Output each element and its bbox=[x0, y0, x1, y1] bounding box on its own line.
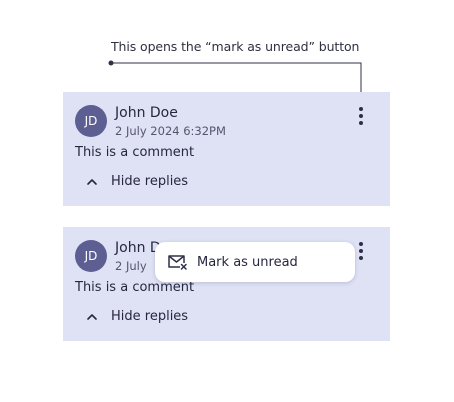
comment-text: This is a comment bbox=[75, 280, 195, 295]
comment-text: This is a comment bbox=[75, 145, 195, 160]
mail-unread-icon bbox=[168, 255, 188, 270]
chevron-up-icon bbox=[87, 313, 97, 320]
comment-author: John Doe bbox=[115, 105, 178, 121]
mark-as-unread-menu-item[interactable]: Mark as unread bbox=[155, 242, 355, 282]
hide-replies-button[interactable]: Hide replies bbox=[85, 309, 188, 324]
comment-timestamp: 2 July 2024 6:32PM bbox=[115, 124, 226, 138]
hide-replies-label: Hide replies bbox=[111, 309, 189, 324]
more-options-icon[interactable] bbox=[356, 107, 366, 125]
comment-timestamp: 2 July bbox=[115, 259, 147, 273]
avatar: JD bbox=[75, 240, 107, 272]
avatar: JD bbox=[75, 105, 107, 137]
options-menu: Mark as unread bbox=[155, 242, 355, 282]
mark-as-unread-label: Mark as unread bbox=[197, 254, 298, 270]
comment-author: John D bbox=[115, 240, 161, 256]
hide-replies-label: Hide replies bbox=[111, 174, 189, 189]
more-options-icon[interactable] bbox=[356, 242, 366, 260]
hide-replies-button[interactable]: Hide replies bbox=[85, 174, 188, 189]
chevron-up-icon bbox=[87, 178, 97, 185]
comment-card: JD John Doe 2 July 2024 6:32PM This is a… bbox=[63, 92, 390, 206]
